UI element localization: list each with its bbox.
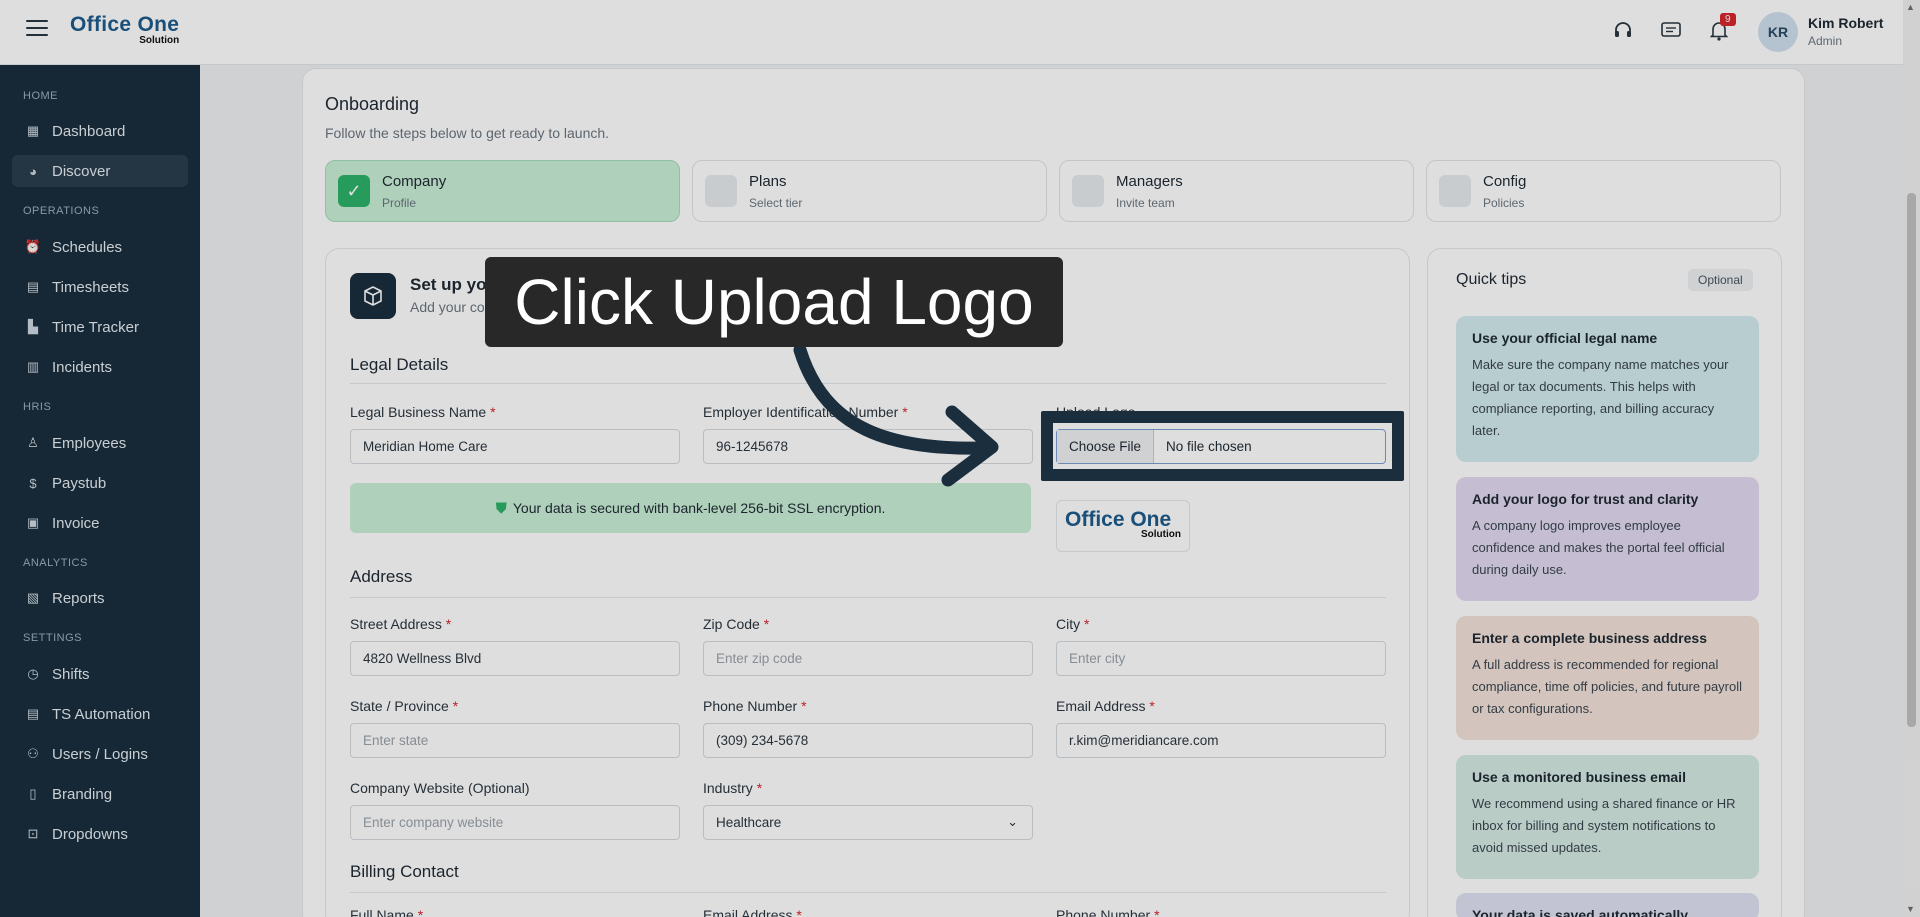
sidebar-item-dropdowns[interactable]: ⊡ Dropdowns (12, 818, 188, 850)
clipboard-icon: ▯ (29, 786, 37, 801)
sidebar-item-users-logins[interactable]: ⚇ Users / Logins (12, 738, 188, 770)
report-icon: ▧ (26, 590, 40, 605)
divider (350, 597, 1386, 598)
tip-card: Your data is saved automatically (1456, 893, 1759, 917)
sidebar-item-paystub[interactable]: $ Paystub (12, 467, 188, 499)
tip-card: Use a monitored business email We recomm… (1456, 755, 1759, 879)
website-label: Company Website (Optional) (350, 780, 530, 796)
chevron-down-icon: ⌄ (1007, 814, 1018, 829)
sidebar-item-schedules[interactable]: ⏰ Schedules (12, 231, 188, 263)
divider (350, 892, 1386, 893)
sidebar-item-branding[interactable]: ▯ Branding (12, 778, 188, 810)
zip-label: Zip Code * (703, 616, 770, 632)
email-label: Email Address * (1056, 698, 1155, 714)
billing-contact-heading: Billing Contact (350, 862, 459, 881)
sidebar-item-time-tracker[interactable]: ▙ Time Tracker (12, 311, 188, 343)
step-company[interactable]: ✓ Company Profile (325, 160, 680, 222)
state-label: State / Province * (350, 698, 459, 714)
alarm-icon: ⏰ (24, 239, 42, 254)
sidebar-group-analytics: ANALYTICS (23, 557, 88, 569)
tip-card: Enter a complete business address A full… (1456, 616, 1759, 740)
industry-select[interactable]: Healthcare ⌄ (703, 805, 1033, 840)
timesheet-icon: ▤ (26, 279, 40, 294)
address-heading: Address (350, 567, 413, 586)
sidebar-item-incidents[interactable]: ▥ Incidents (12, 351, 188, 383)
sidebar-item-dashboard[interactable]: ▦ Dashboard (12, 115, 188, 147)
street-input[interactable]: 4820 Wellness Blvd (350, 641, 680, 676)
scroll-down-icon[interactable]: ▼ (1906, 904, 1915, 914)
tutorial-callout: Click Upload Logo (485, 257, 1063, 347)
message-icon[interactable] (1660, 20, 1682, 42)
sidebar-item-employees[interactable]: ♙ Employees (12, 427, 188, 459)
industry-label: Industry * (703, 780, 763, 796)
dollar-icon: $ (29, 475, 37, 491)
avatar[interactable]: KR (1758, 12, 1798, 52)
page-title: Onboarding (325, 94, 420, 114)
dropdown-icon: ⊡ (27, 826, 39, 841)
notification-badge: 9 (1720, 13, 1736, 26)
page-subtitle: Follow the steps below to get ready to l… (325, 125, 610, 141)
automation-icon: ▤ (26, 706, 40, 721)
phone-input[interactable]: (309) 234-5678 (703, 723, 1033, 758)
shield-icon: ⛊ (495, 499, 507, 517)
phone-label: Phone Number * (703, 698, 807, 714)
zip-input[interactable]: Enter zip code (703, 641, 1033, 676)
state-input[interactable]: Enter state (350, 723, 680, 758)
sidebar-item-invoice[interactable]: ▣ Invoice (12, 507, 188, 539)
check-icon: ✓ (338, 175, 370, 207)
legal-name-input[interactable]: Meridian Home Care (350, 429, 680, 464)
email-input[interactable]: r.kim@meridiancare.com (1056, 723, 1386, 758)
website-input[interactable]: Enter company website (350, 805, 680, 840)
box-icon (350, 273, 396, 319)
user-icon: ♙ (27, 435, 39, 450)
top-header: Office One Solution 9 KR Kim Robert Admi… (0, 0, 1920, 65)
app-logo[interactable]: Office One Solution (70, 14, 179, 46)
step-placeholder-icon (705, 175, 737, 207)
curved-arrow-icon (793, 343, 999, 487)
user-role: Admin (1808, 34, 1843, 48)
grid-icon: ▦ (26, 123, 40, 138)
sidebar-item-timesheets[interactable]: ▤ Timesheets (12, 271, 188, 303)
discord-icon: ◕ (29, 163, 37, 179)
scrollbar-thumb[interactable] (1907, 193, 1916, 727)
sidebar-item-discover[interactable]: ◕ Discover (12, 155, 188, 187)
legal-details-heading: Legal Details (350, 355, 449, 374)
billing-email-label: Email Address * (703, 907, 802, 917)
step-config[interactable]: Config Policies (1426, 160, 1781, 222)
tracker-icon: ▙ (28, 319, 38, 334)
tip-card: Add your logo for trust and clarity A co… (1456, 477, 1759, 601)
clock-icon: ◷ (27, 666, 39, 681)
building-icon: ▥ (26, 359, 40, 374)
menu-icon[interactable] (26, 20, 48, 38)
billing-name-label: Full Name * (350, 907, 424, 917)
step-placeholder-icon (1439, 175, 1471, 207)
logo-preview: Office One Solution (1056, 500, 1190, 552)
headset-icon[interactable] (1612, 20, 1634, 42)
users-icon: ⚇ (27, 746, 39, 761)
scroll-up-icon[interactable]: ▲ (1906, 2, 1915, 12)
billing-phone-label: Phone Number * (1056, 907, 1160, 917)
city-label: City * (1056, 616, 1090, 632)
sidebar-item-shifts[interactable]: ◷ Shifts (12, 658, 188, 690)
step-managers[interactable]: Managers Invite team (1059, 160, 1414, 222)
sidebar-group-settings: SETTINGS (23, 632, 83, 644)
user-name[interactable]: Kim Robert (1808, 15, 1883, 31)
optional-badge: Optional (1688, 269, 1753, 291)
sidebar-group-home: HOME (23, 90, 58, 102)
invoice-icon: ▣ (26, 515, 40, 530)
sidebar-item-ts-automation[interactable]: ▤ TS Automation (12, 698, 188, 730)
legal-name-label: Legal Business Name * (350, 404, 496, 420)
quick-tips-title: Quick tips (1456, 271, 1527, 288)
sidebar-group-operations: OPERATIONS (23, 205, 100, 217)
sidebar-group-hris: HRIS (23, 401, 52, 413)
street-label: Street Address * (350, 616, 452, 632)
sidebar-item-reports[interactable]: ▧ Reports (12, 582, 188, 614)
upload-logo-highlight (1041, 411, 1404, 481)
step-plans[interactable]: Plans Select tier (692, 160, 1047, 222)
step-placeholder-icon (1072, 175, 1104, 207)
city-input[interactable]: Enter city (1056, 641, 1386, 676)
tip-card: Use your official legal name Make sure t… (1456, 316, 1759, 462)
